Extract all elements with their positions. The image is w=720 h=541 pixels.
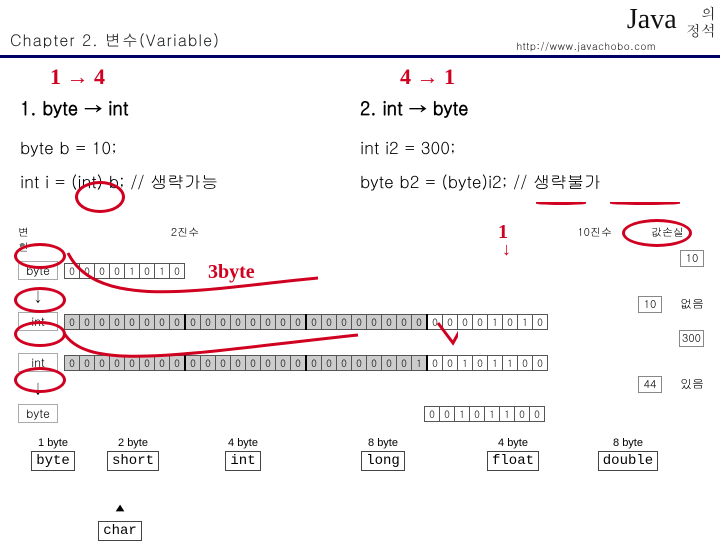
row-byte-a: byte 00001010 10: [18, 261, 702, 280]
header: Chapter 2. 변수(Variable) Java 의 정석 http:/…: [0, 0, 720, 53]
chapter-title: Chapter 2. 변수(Variable): [10, 28, 220, 51]
type-short: 2 byte short: [88, 437, 178, 471]
brand-java: Java: [627, 4, 677, 35]
row-arrow-1: ↓: [18, 286, 702, 306]
right-code-2: byte b2 = (byte)i2; // 생략불가: [360, 169, 700, 193]
type-char: char: [98, 521, 142, 541]
loss-b: 있음: [680, 375, 704, 392]
row-int-b: int 00000000000000000000000100101100 300: [18, 353, 702, 372]
right-code-1: int i2 = 300;: [360, 135, 700, 159]
left-code-2: int i = (int) b; // 생략가능: [20, 169, 360, 193]
col-right: 2. int → byte int i2 = 300; byte b2 = (b…: [360, 66, 700, 203]
hdr-right: 10진수: [577, 225, 612, 240]
types-row: 1 byte byte 2 byte short 4 byte int 8 by…: [18, 437, 702, 471]
ann-circle-loss-hdr: [622, 219, 692, 247]
dec-a1: 10: [680, 250, 704, 267]
triangle-up-icon: ▲: [0, 501, 720, 516]
brand-ko: 의 정석: [686, 6, 716, 39]
content-columns: 1. byte → int byte b = 10; int i = (int)…: [0, 66, 720, 203]
header-rule: [0, 55, 720, 58]
ann-circle-byte-a: [14, 243, 66, 269]
ann-squiggle-1: [536, 202, 586, 205]
type-byte: 1 byte byte: [18, 437, 88, 471]
col-left: 1. byte → int byte b = 10; int i = (int)…: [20, 66, 360, 203]
hdr-mid: 2진수: [65, 225, 305, 255]
bits-int-a: 00000000000000000000000000001010: [64, 314, 548, 330]
row-arrow-2: ↓: [18, 378, 702, 398]
type-byte-b: byte: [18, 404, 58, 423]
bits-table-wrap: 변환 2진수 10진수 값손실 byte 00001010 10 ↓ int 0…: [18, 225, 702, 423]
type-double: 8 byte double: [568, 437, 688, 471]
dec-a2: 10: [638, 296, 662, 313]
type-long: 8 byte long: [308, 437, 458, 471]
row-int-a: int 00000000000000000000000000001010 10 …: [18, 312, 702, 331]
ann-circle-int: [75, 181, 125, 213]
bits-int-b: 00000000000000000000000100101100: [64, 355, 548, 371]
loss-a: 없음: [680, 295, 704, 312]
right-title: 2. int → byte: [360, 96, 700, 121]
bits-byte-a: 00001010: [64, 263, 185, 279]
type-char-block: ▲ char: [0, 501, 720, 541]
ann-circle-byte-b: [14, 367, 66, 393]
left-title: 1. byte → int: [20, 96, 360, 121]
bits-byte-b: 00101100: [424, 406, 545, 422]
ann-circle-int-a: [14, 287, 66, 313]
dec-b2: 44: [638, 376, 662, 393]
brand-url: http://www.javachobo.com: [516, 41, 716, 51]
bits-table-header: 변환 2진수 10진수 값손실: [64, 225, 702, 255]
brand-block: Java 의 정석 http://www.javachobo.com: [516, 6, 716, 51]
left-code-1: byte b = 10;: [20, 135, 360, 159]
type-float: 4 byte float: [458, 437, 568, 471]
ann-squiggle-2: [610, 202, 680, 205]
row-byte-b: byte 00101100 44 있음: [18, 404, 702, 423]
dec-b1: 300: [679, 330, 704, 347]
ann-circle-int-b: [14, 321, 66, 347]
type-int: 4 byte int: [178, 437, 308, 471]
